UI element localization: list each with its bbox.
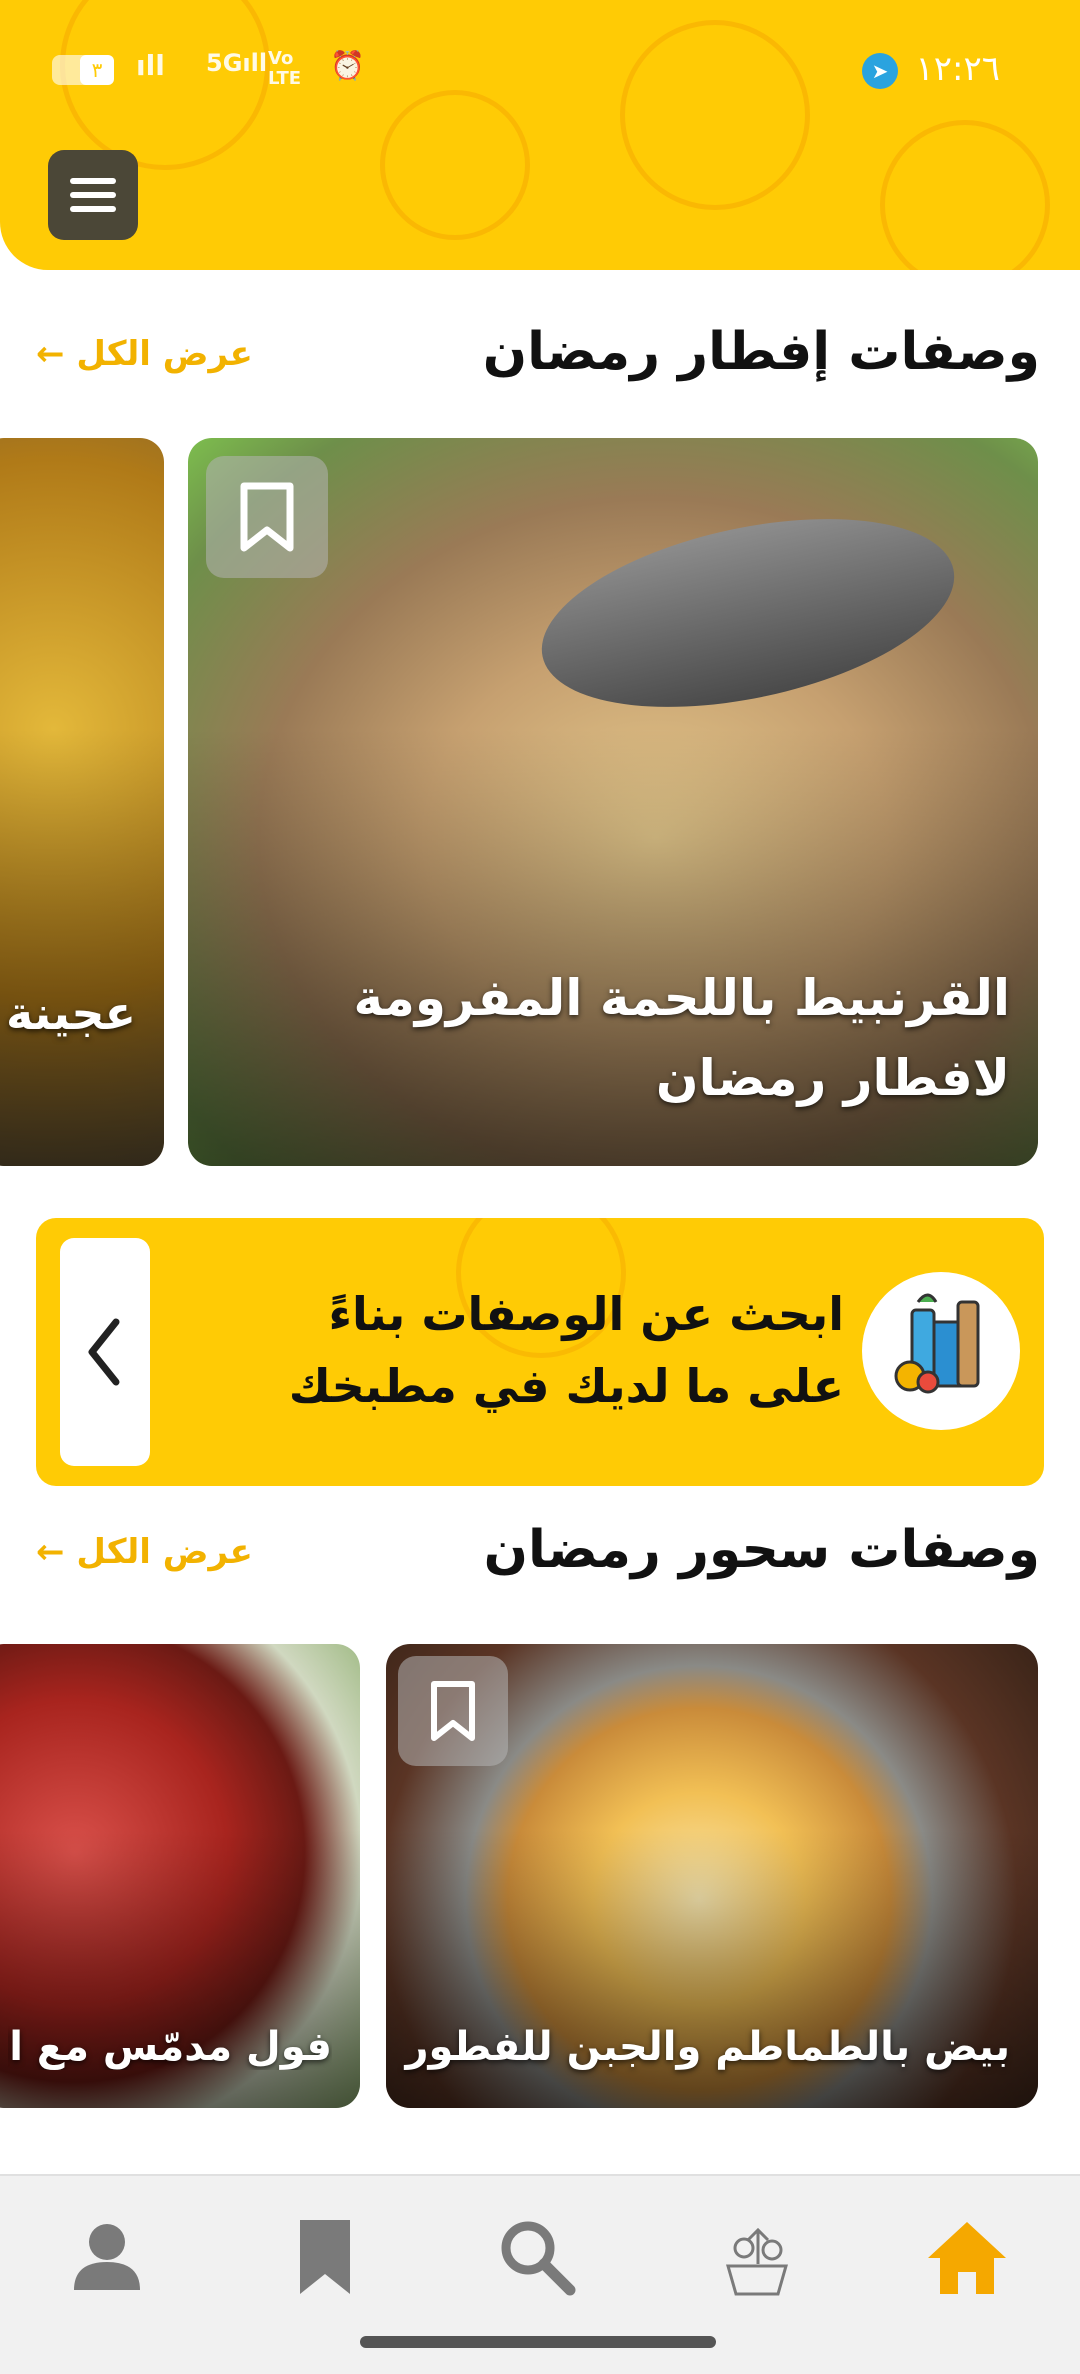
recipe-card[interactable]: عجينة رمضان (0, 438, 164, 1166)
suhoor-section-title: وصفات سحور رمضان (483, 1520, 1040, 1580)
search-icon (501, 2221, 576, 2296)
telegram-icon: ➤ (862, 53, 898, 89)
banner-text: ابحث عن الوصفات بناءً على ما لديك في مطب… (288, 1287, 844, 1413)
banner-arrow-button[interactable] (60, 1238, 150, 1466)
bookmark-icon (431, 1681, 475, 1741)
arrow-left-icon: ← (36, 334, 65, 374)
recipe-card-title: بيض بالطماطم والجبن للفطور (405, 2024, 1010, 2070)
iftar-see-all-link[interactable]: عرض الكل ← (36, 334, 253, 374)
status-time: ١٢:٢٦ (915, 49, 1000, 89)
nav-profile[interactable] (62, 2212, 152, 2302)
status-bar: ٣ ıll 5Gıll Vo LTE ⏰ ➤ ١٢:٢٦ (0, 45, 1080, 95)
recipe-card[interactable]: فول مدمّس مع الص (0, 1644, 360, 2108)
nav-bookmarks[interactable] (280, 2212, 370, 2302)
recipe-card[interactable]: القرنبيط باللحمة المفرومة لافطار رمضان (188, 438, 1038, 1166)
see-all-label: عرض الكل (76, 1532, 253, 1572)
suhoor-see-all-link[interactable]: عرض الكل ← (36, 1532, 253, 1572)
gesture-home-bar[interactable] (360, 2336, 716, 2348)
battery-level: ٣ (80, 55, 114, 85)
bookmark-button[interactable] (206, 456, 328, 578)
signal-icon: ıll (136, 49, 165, 82)
groceries-icon (862, 1272, 1020, 1430)
bookmark-icon (300, 2220, 350, 2294)
volte-icon: Vo LTE (268, 48, 302, 89)
ingredients-icon (726, 2227, 788, 2296)
header-doodle (880, 120, 1050, 270)
chevron-left-icon (88, 1318, 120, 1386)
recipe-card-title: عجينة رمضان (0, 986, 136, 1040)
battery-icon: ٣ (52, 55, 114, 85)
recipe-card-title: فول مدمّس مع الص (8, 2024, 332, 2070)
profile-icon (74, 2224, 140, 2290)
bookmark-icon (240, 482, 294, 552)
signal-5g-icon: 5Gıll (206, 49, 268, 77)
recipe-card[interactable]: بيض بالطماطم والجبن للفطور (386, 1644, 1038, 2108)
recipe-card-title: القرنبيط باللحمة المفرومة لافطار رمضان (353, 969, 1010, 1107)
iftar-section-title: وصفات إفطار رمضان (482, 322, 1040, 382)
app-header: ٣ ıll 5Gıll Vo LTE ⏰ ➤ ١٢:٢٦ (0, 0, 1080, 270)
menu-button[interactable] (48, 150, 138, 240)
nav-home[interactable] (922, 2212, 1012, 2302)
bookmark-button[interactable] (398, 1656, 508, 1766)
see-all-label: عرض الكل (76, 334, 253, 374)
nav-search[interactable] (492, 2212, 582, 2302)
alarm-icon: ⏰ (330, 49, 365, 82)
arrow-left-icon: ← (36, 1532, 65, 1572)
home-icon (928, 2222, 1006, 2294)
spoon-illustration (524, 486, 972, 740)
nav-ingredients[interactable] (712, 2212, 802, 2302)
ingredient-search-banner[interactable]: ابحث عن الوصفات بناءً على ما لديك في مطب… (36, 1218, 1044, 1486)
header-doodle (380, 90, 530, 240)
